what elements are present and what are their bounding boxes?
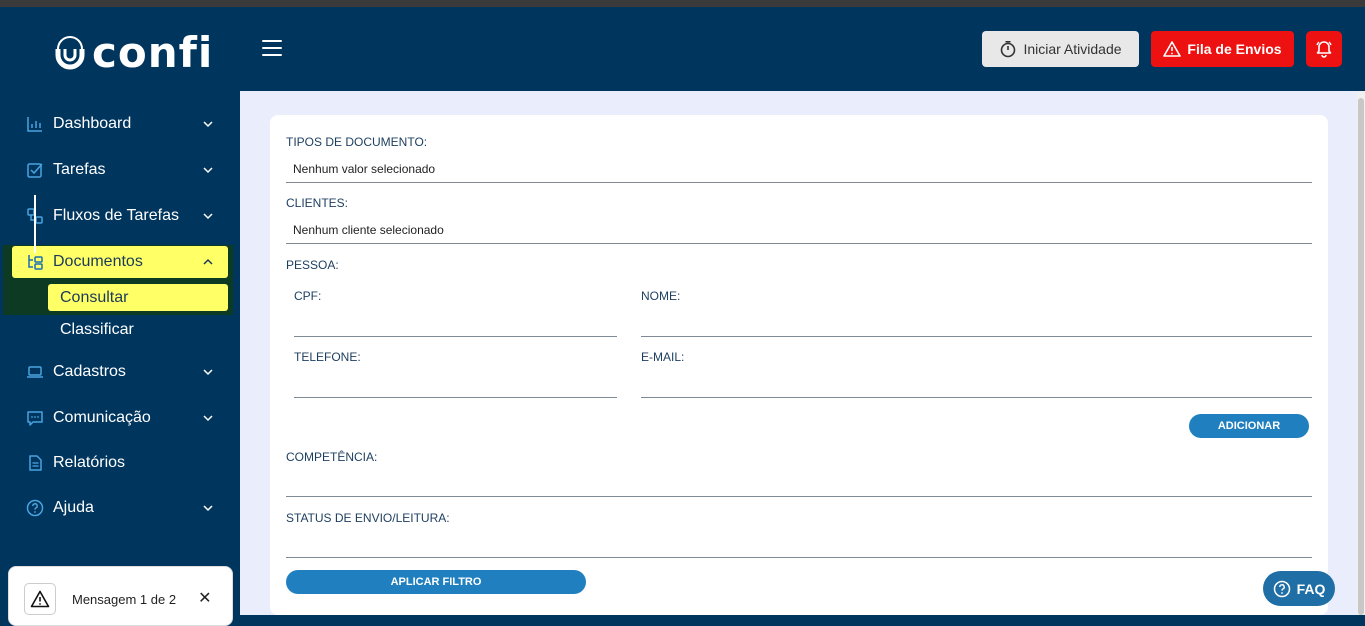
help-circle-icon [24,497,46,519]
faq-button[interactable]: FAQ [1263,571,1335,606]
chevron-down-icon [203,369,213,376]
chevron-down-icon [203,213,213,220]
nome-label: NOME: [641,289,681,303]
pessoa-label: PESSOA: [286,258,339,272]
hamburger-line [262,40,282,42]
sidebar-subitem-label: Consultar [60,288,129,306]
app-header: confi Iniciar Atividade Fila de Envios [0,7,1365,91]
competencia-label: COMPETÊNCIA: [286,450,378,464]
sidebar-item-label: Ajuda [53,499,94,516]
logo-text: confi [92,28,214,77]
sidebar-item-cadastros[interactable]: Cadastros [12,356,228,388]
checkbox-icon [24,159,46,181]
sidebar-item-label: Documentos [53,253,143,270]
help-circle-icon [1273,580,1290,597]
submenu-line [34,195,36,253]
aplicar-filtro-button[interactable]: APLICAR FILTRO [286,570,586,594]
toast-message: Mensagem 1 de 2 [72,592,177,607]
sidebar-item-relatorios[interactable]: Relatórios [12,447,228,479]
cpf-input[interactable] [294,336,617,337]
hamburger-line [262,47,282,49]
sidebar-item-dashboard[interactable]: Dashboard [12,108,228,140]
toast-close-button[interactable]: ✕ [198,588,211,608]
sidebar-item-ajuda[interactable]: Ajuda [12,492,228,524]
chevron-down-icon [203,167,213,174]
folder-tree-icon [24,251,46,273]
clientes-select[interactable]: Nenhum cliente selecionado [293,223,444,237]
status-select[interactable] [286,557,1312,558]
sidebar-item-documentos[interactable]: Documentos [12,246,228,278]
clientes-underline [286,243,1312,244]
bell-icon [1316,41,1332,58]
laptop-icon [24,361,46,383]
competencia-input[interactable] [286,496,1312,497]
sidebar-subitem-classificar[interactable]: Classificar [48,316,228,343]
iniciar-atividade-button[interactable]: Iniciar Atividade [982,31,1139,67]
hamburger-line [262,54,282,56]
message-toast: Mensagem 1 de 2 ✕ [8,566,233,626]
chevron-down-icon [203,505,213,512]
tipos-documento-select[interactable]: Nenhum valor selecionado [293,162,435,176]
email-label: E-MAIL: [641,350,685,364]
sidebar-item-label: Dashboard [53,115,132,132]
scrollbar-thumb[interactable] [1358,98,1364,615]
tipos-documento-label: TIPOS DE DOCUMENTO: [286,135,428,149]
cpf-label: CPF: [294,289,322,303]
menu-toggle-button[interactable] [262,38,282,58]
chevron-down-icon [203,415,213,422]
chart-icon [24,113,46,135]
notifications-button[interactable] [1306,31,1342,67]
stopwatch-icon [1001,40,1016,58]
nome-input[interactable] [641,336,1312,337]
iniciar-atividade-label: Iniciar Atividade [1023,41,1122,57]
sidebar-subitem-label: Classificar [60,320,134,338]
email-input[interactable] [641,397,1312,398]
aplicar-filtro-label: APLICAR FILTRO [390,576,482,588]
sidebar-item-label: Fluxos de Tarefas [53,207,179,224]
browser-top-strip [0,0,1365,7]
adicionar-button[interactable]: ADICIONAR [1189,414,1309,438]
adicionar-label: ADICIONAR [1217,420,1281,432]
fila-envios-label: Fila de Envios [1187,41,1282,57]
logo[interactable]: confi [52,28,214,77]
telefone-label: TELEFONE: [294,350,361,364]
warning-icon [30,590,50,608]
fila-envios-button[interactable]: Fila de Envios [1151,31,1294,67]
chat-icon [24,407,46,429]
filter-card [270,115,1328,615]
sidebar-item-label: Comunicação [53,409,151,426]
chevron-up-icon [203,258,213,265]
sidebar-item-fluxos[interactable]: Fluxos de Tarefas [12,200,228,232]
chevron-down-icon [203,121,213,128]
clientes-label: CLIENTES: [286,196,349,210]
confi-logo-icon [55,36,85,70]
sidebar-item-label: Tarefas [53,161,106,178]
telefone-input[interactable] [294,397,617,398]
sidebar-item-comunicacao[interactable]: Comunicação [12,402,228,434]
toast-warning-box [24,583,56,615]
status-label: STATUS DE ENVIO/LEITURA: [286,511,450,525]
faq-label: FAQ [1296,580,1326,597]
sidebar-item-tarefas[interactable]: Tarefas [12,154,228,186]
warning-icon [1163,41,1182,57]
document-icon [24,452,46,474]
tipos-documento-underline [286,182,1312,183]
sidebar-item-label: Relatórios [53,454,126,471]
sidebar-subitem-consultar[interactable]: Consultar [48,284,228,311]
sidebar-item-label: Cadastros [53,363,126,380]
